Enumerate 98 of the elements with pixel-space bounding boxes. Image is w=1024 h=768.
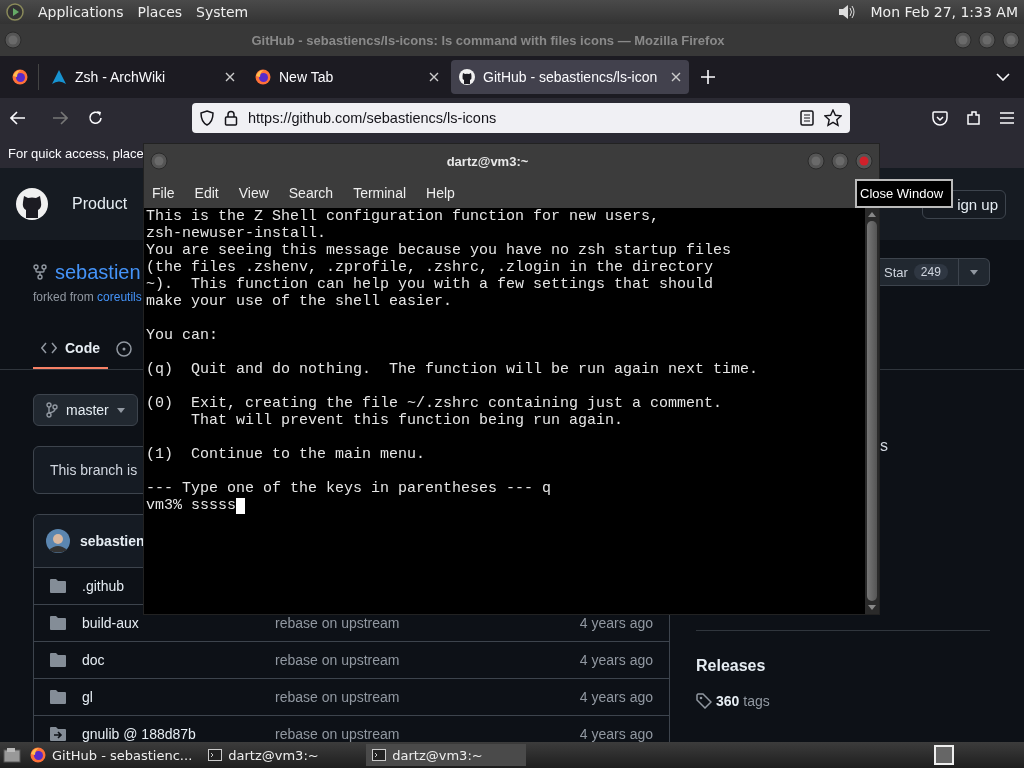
- menu-icon[interactable]: [1000, 112, 1014, 124]
- maximize-button[interactable]: [978, 31, 996, 49]
- bookmarks-hint: For quick access, place: [8, 145, 144, 161]
- panel-menu[interactable]: Places: [137, 4, 183, 20]
- folder-icon: [50, 690, 66, 704]
- star-button[interactable]: Star 249: [880, 258, 990, 286]
- branch-button[interactable]: master: [33, 394, 138, 426]
- window-title: GitHub - sebastiencs/ls-icons: ls command with files icons — Mozilla Firefox: [250, 32, 726, 48]
- star-icon[interactable]: [824, 109, 842, 127]
- firefox-view-icon: [12, 69, 28, 85]
- close-tab-icon[interactable]: [429, 72, 439, 82]
- minimize-button[interactable]: [807, 152, 825, 170]
- commit-message[interactable]: rebase on upstream: [275, 615, 400, 631]
- releases-heading[interactable]: Releases: [696, 657, 990, 675]
- back-icon[interactable]: [10, 111, 26, 125]
- file-name[interactable]: gnulib @ 188d87b: [82, 726, 196, 742]
- terminal-output: This is the Z Shell configuration function for new users, zsh-newuser-install. You are seeing this message because you have no zsh startup files (the files .zshenv, .zprofile, .zshrc, .zlogin in the directory ~). This function can help you with a few settings that should make your use of the shell easier. You can: (q) Quit and do nothing. The function will be run again next time. (0) Exit, creating the file ~/.zshrc containing just a comment. That will prevent this function being run again. (1) Continue to the main menu. --- Type one of the keys in parentheses --- q: [146, 208, 760, 497]
- taskbar-item[interactable]: GitHub - sebastienc...: [24, 744, 199, 766]
- about-text: s: [880, 437, 888, 455]
- scroll-down-icon[interactable]: [868, 605, 876, 610]
- close-button[interactable]: [1002, 31, 1020, 49]
- terminal-menu-item[interactable]: Terminal: [353, 185, 407, 201]
- firefox-icon: [255, 69, 271, 85]
- text-cursor: [236, 497, 245, 514]
- minimize-button[interactable]: [954, 31, 972, 49]
- branch-notice-text: This branch is: [50, 462, 138, 478]
- commit-age: 4 years ago: [579, 727, 653, 741]
- issues-icon[interactable]: [116, 341, 132, 357]
- extensions-icon[interactable]: [966, 110, 982, 126]
- arch-logo-icon: [51, 69, 67, 85]
- folder-icon: [50, 616, 66, 630]
- menu-logo-icon[interactable]: [6, 3, 24, 21]
- terminal-menu-item[interactable]: Help: [426, 185, 455, 201]
- upstream-link[interactable]: coreutils: [97, 290, 142, 304]
- address-bar[interactable]: https://github.com/sebastiencs/ls-icons: [192, 103, 850, 133]
- code-icon: [41, 342, 57, 354]
- avatar: [46, 529, 70, 553]
- commit-age: 4 years ago: [579, 690, 653, 704]
- close-tab-icon[interactable]: [671, 72, 681, 82]
- fork-icon: [33, 264, 47, 280]
- commit-message[interactable]: rebase on upstream: [275, 726, 400, 742]
- clock[interactable]: Mon Feb 27, 1:33 AM: [870, 4, 1018, 20]
- new-tab-icon[interactable]: [701, 70, 715, 84]
- folder-icon: [50, 653, 66, 667]
- tags-count[interactable]: 360 tags: [716, 693, 770, 709]
- terminal-menu-item[interactable]: Edit: [194, 185, 219, 201]
- terminal-menu-item[interactable]: File: [152, 185, 175, 201]
- committer-name[interactable]: sebastien: [80, 533, 145, 549]
- terminal-icon: [372, 749, 387, 761]
- github-logo-icon: [459, 69, 475, 85]
- panel-menu[interactable]: Applications: [38, 4, 124, 20]
- terminal-prompt: vm3% sssss: [146, 497, 236, 514]
- panel-menu[interactable]: System: [196, 4, 249, 20]
- file-name[interactable]: doc: [82, 652, 105, 668]
- window-menu-button[interactable]: [4, 31, 22, 49]
- terminal-menu-item[interactable]: Search: [288, 185, 334, 201]
- close-window-tooltip: Close Window: [855, 179, 953, 208]
- reader-view-icon[interactable]: [800, 110, 814, 126]
- commit-age: 4 years ago: [579, 616, 653, 630]
- speaker-icon[interactable]: [836, 3, 857, 21]
- caret-icon[interactable]: [969, 269, 978, 275]
- repo-name[interactable]: sebastien: [55, 260, 141, 284]
- commit-message[interactable]: rebase on upstream: [275, 689, 400, 705]
- file-name[interactable]: build-aux: [82, 615, 139, 631]
- firefox-icon: [30, 747, 46, 763]
- reload-icon[interactable]: [88, 110, 104, 126]
- close-tab-icon[interactable]: [225, 72, 235, 82]
- show-desktop-icon[interactable]: [3, 747, 21, 763]
- terminal-icon: [208, 749, 223, 761]
- branch-icon: [46, 402, 58, 418]
- code-tab[interactable]: Code: [33, 329, 108, 369]
- github-logo-icon: [16, 188, 48, 220]
- folder-icon: [50, 579, 66, 593]
- browser-tab[interactable]: GitHub - sebastiencs/ls-icon: [451, 60, 689, 94]
- forward-icon[interactable]: [52, 111, 68, 125]
- file-name[interactable]: .github: [82, 578, 125, 594]
- pocket-icon[interactable]: [932, 110, 948, 126]
- terminal-title: dartz@vm3:~: [445, 153, 530, 169]
- chevron-down-icon[interactable]: [996, 73, 1010, 81]
- terminal-menu-item[interactable]: View: [238, 185, 269, 201]
- lock-icon: [224, 110, 238, 126]
- caret-icon: [116, 407, 125, 413]
- scroll-up-icon[interactable]: [868, 212, 876, 217]
- tag-icon: [696, 693, 712, 709]
- scrollbar[interactable]: [865, 208, 879, 614]
- product-menu[interactable]: Product: [72, 195, 128, 213]
- shield-icon[interactable]: [200, 110, 214, 126]
- maximize-button[interactable]: [831, 152, 849, 170]
- browser-tab[interactable]: New Tab: [247, 60, 447, 94]
- browser-tab[interactable]: Zsh - ArchWiki: [43, 60, 243, 94]
- file-name[interactable]: gl: [82, 689, 93, 705]
- commit-message[interactable]: rebase on upstream: [275, 652, 400, 668]
- commit-age: 4 years ago: [579, 653, 653, 667]
- window-menu-button[interactable]: [150, 152, 168, 170]
- taskbar-item[interactable]: dartz@vm3:~: [202, 744, 363, 766]
- taskbar-item[interactable]: dartz@vm3:~: [366, 744, 527, 766]
- workspace-switcher-icon[interactable]: [934, 745, 954, 765]
- close-button[interactable]: [855, 152, 873, 170]
